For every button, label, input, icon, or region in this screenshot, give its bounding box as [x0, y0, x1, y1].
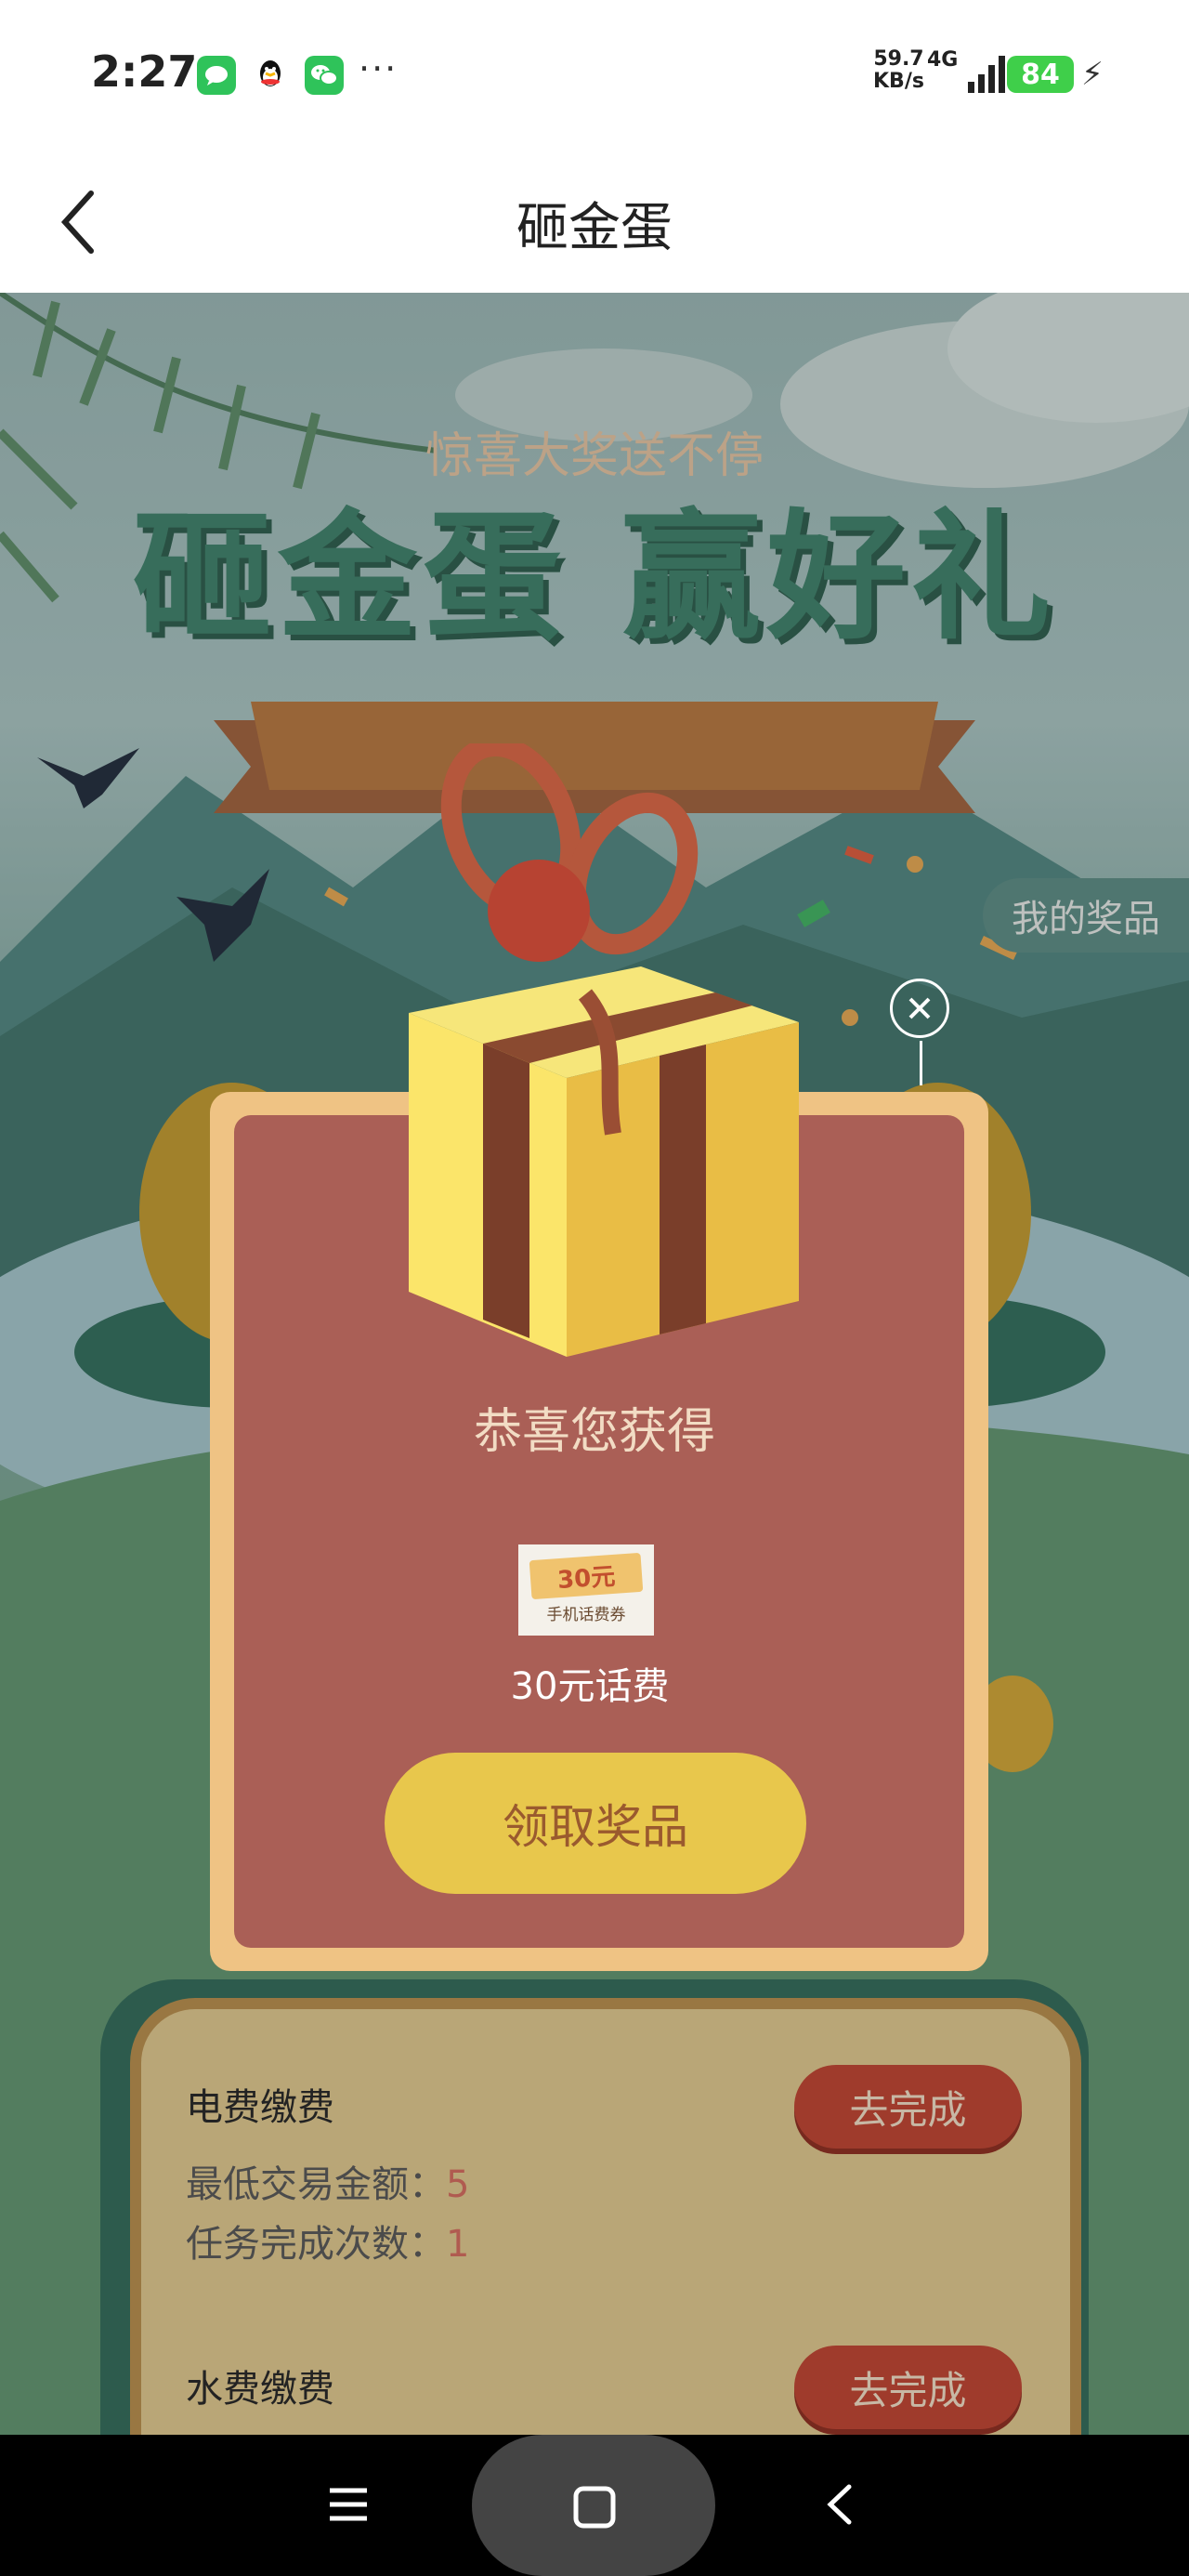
prize-name: 30元话费 — [510, 1665, 670, 1708]
congrats-text: 恭喜您获得 — [473, 1404, 715, 1460]
coupon-amount: 30元 — [529, 1552, 644, 1599]
network-speed: 59.7 KB/s — [873, 48, 924, 93]
signal-icon — [968, 56, 1005, 93]
charging-icon: ⚡ — [1081, 56, 1104, 93]
coupon-caption: 手机话费券 — [546, 1605, 626, 1624]
coupon-image: 30元 手机话费券 — [518, 1544, 654, 1636]
back-nav-icon[interactable] — [817, 2481, 864, 2528]
system-nav-bar — [0, 2435, 1189, 2576]
home-icon[interactable] — [570, 2483, 619, 2531]
qq-icon — [251, 56, 290, 95]
messages-icon — [197, 56, 236, 95]
close-connector — [920, 1041, 922, 1085]
status-time: 2:27 — [91, 46, 198, 97]
network-type: 4G — [927, 48, 959, 72]
close-icon[interactable] — [890, 979, 949, 1038]
app-header: 砸金蛋 — [0, 149, 1189, 293]
gift-box-icon — [409, 743, 799, 1357]
network-speed-value: 59.7 — [873, 47, 924, 71]
wechat-icon — [305, 56, 344, 95]
network-speed-unit: KB/s — [873, 70, 924, 93]
battery-indicator: 84 — [1007, 56, 1074, 93]
status-bar: 2:27 ··· 59.7 KB/s 4G 84 ⚡ — [0, 0, 1189, 149]
menu-icon[interactable] — [325, 2481, 372, 2528]
claim-prize-button[interactable]: 领取奖品 — [385, 1753, 806, 1894]
overflow-icon: ··· — [359, 48, 399, 89]
page-title: 砸金蛋 — [516, 198, 673, 258]
